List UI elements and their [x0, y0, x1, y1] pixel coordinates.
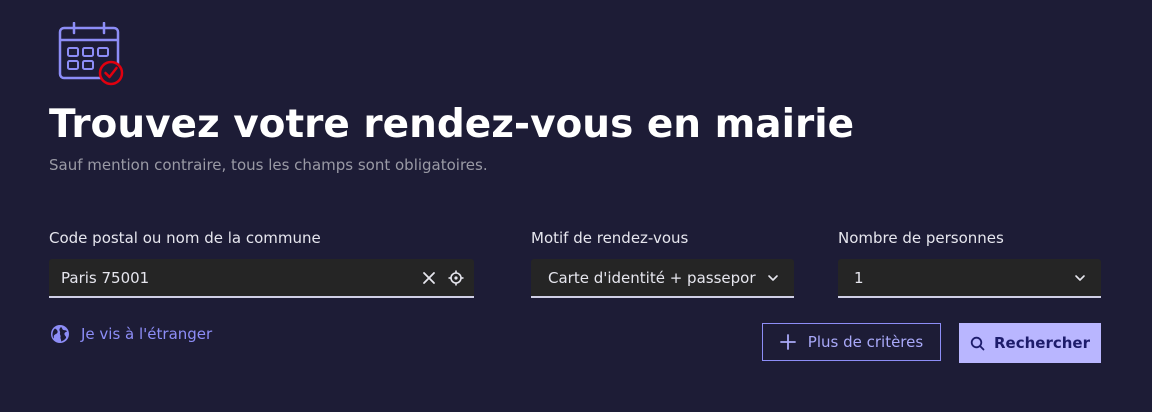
chevron-down-icon — [1073, 271, 1087, 285]
search-icon — [970, 335, 986, 351]
abroad-link-label[interactable]: Je vis à l'étranger — [81, 325, 212, 343]
plus-icon — [779, 333, 798, 351]
more-criteria-label: Plus de critères — [807, 333, 924, 351]
crosshair-icon[interactable] — [446, 268, 466, 288]
personnes-label: Nombre de personnes — [838, 229, 1004, 247]
page-subtitle: Sauf mention contraire, tous les champs … — [49, 156, 488, 174]
personnes-selected-value: 1 — [854, 268, 864, 287]
search-button[interactable]: Rechercher — [959, 323, 1101, 363]
abroad-link[interactable]: Je vis à l'étranger — [50, 323, 212, 345]
motif-select[interactable]: Carte d'identité + passeport — [531, 259, 794, 298]
calendar-check-icon — [56, 21, 126, 86]
more-criteria-button[interactable]: Plus de critères — [762, 323, 941, 361]
page-title: Trouvez votre rendez-vous en mairie — [49, 102, 855, 147]
commune-label: Code postal ou nom de la commune — [49, 229, 321, 247]
personnes-select[interactable]: 1 — [838, 259, 1101, 298]
close-icon[interactable] — [419, 268, 439, 288]
motif-selected-value: Carte d'identité + passeport — [548, 268, 756, 287]
appointment-search-page: Trouvez votre rendez-vous en mairie Sauf… — [0, 0, 1152, 412]
commune-value[interactable]: Paris 75001 — [61, 269, 419, 287]
globe-icon — [50, 323, 72, 345]
search-button-label: Rechercher — [993, 334, 1090, 352]
motif-label: Motif de rendez-vous — [531, 229, 689, 247]
chevron-down-icon — [766, 271, 780, 285]
commune-input[interactable]: Paris 75001 — [49, 259, 474, 298]
